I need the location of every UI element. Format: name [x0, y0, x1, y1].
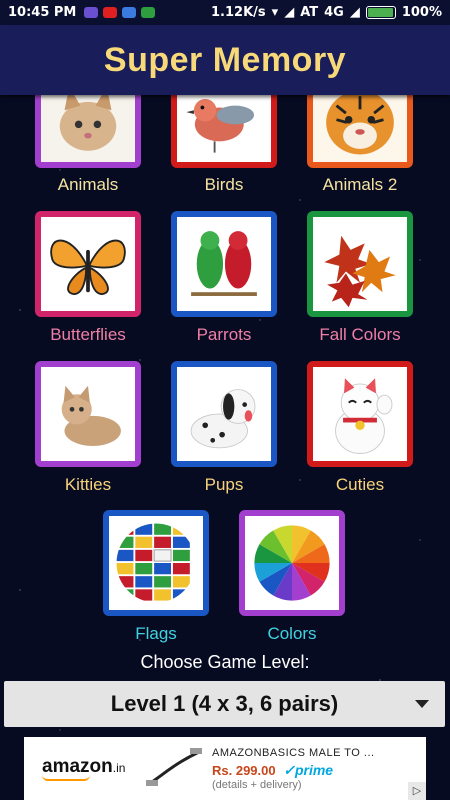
whatsapp-icon [141, 7, 156, 18]
amazon-domain: .in [112, 761, 126, 775]
category-tile-butterflies[interactable] [35, 211, 141, 317]
battery-percent: 100% [401, 5, 442, 20]
category-tile-flags[interactable] [103, 510, 209, 616]
autumn-leaves-image [313, 217, 407, 311]
lucky-cat-image [313, 367, 407, 461]
status-time: 10:45 PM [8, 5, 77, 20]
category-label-cuties: Cuties [335, 475, 385, 494]
level-dropdown[interactable]: Level 1 (4 x 3, 6 pairs) [4, 681, 445, 727]
status-bar: 10:45 PM 1.12K/s ▾ ◢ AT 4G ◢ 100% [0, 0, 450, 25]
category-label-animals-2: Animals 2 [322, 175, 398, 194]
level-selected-value: Level 1 (4 x 3, 6 pairs) [110, 691, 339, 716]
category-label-pups: Pups [204, 475, 244, 494]
color-wheel-image [245, 516, 339, 610]
app-header: Super Memory [0, 25, 450, 95]
app-icon [122, 7, 137, 18]
network-speed: 1.12K/s [211, 5, 266, 20]
category-label-colors: Colors [267, 624, 317, 643]
app-title: Super Memory [103, 40, 347, 79]
ad-price: Rs. 299.00 [212, 762, 276, 778]
category-label-butterflies: Butterflies [50, 325, 126, 344]
ad-choices-icon[interactable]: ▷ [408, 782, 426, 800]
category-label-parrots: Parrots [196, 325, 252, 344]
choose-level-prompt: Choose Game Level: [140, 652, 310, 672]
category-label-kitties: Kitties [64, 475, 112, 494]
category-tile-colors[interactable] [239, 510, 345, 616]
notification-icon [84, 7, 99, 18]
battery-icon [365, 6, 396, 19]
carrier-label: AT [300, 5, 319, 20]
ad-product-title: AMAZONBASICS MALE TO ... [212, 746, 375, 759]
category-label-birds: Birds [204, 175, 244, 194]
amazon-brand: amazon [42, 756, 113, 777]
category-tile-cuties[interactable] [307, 361, 413, 467]
category-tile-kitties[interactable] [35, 361, 141, 467]
category-tile-fall-colors[interactable] [307, 211, 413, 317]
category-tile-parrots[interactable] [171, 211, 277, 317]
wifi-icon: ▾ [271, 5, 279, 20]
youtube-icon [103, 7, 118, 18]
category-label-fall-colors: Fall Colors [319, 325, 401, 344]
puppy-image [177, 367, 271, 461]
ad-details: (details + delivery) [212, 778, 302, 791]
audio-cable-image [146, 747, 202, 786]
dropdown-arrow-icon [415, 700, 429, 708]
prime-badge: ✓prime [283, 761, 334, 778]
butterfly-image [41, 217, 135, 311]
category-label-animals: Animals [57, 175, 119, 194]
parrots-image [177, 217, 271, 311]
signal-icon-2: ◢ [349, 5, 360, 20]
category-label-flags: Flags [135, 624, 177, 643]
flags-globe-image [109, 516, 203, 610]
amazon-logo: amazon.in [24, 756, 144, 781]
category-tile-pups[interactable] [171, 361, 277, 467]
network-type: 4G [324, 5, 344, 20]
ad-banner[interactable]: amazon.in AMAZONBASICS MALE TO ... Rs. 2… [24, 737, 426, 800]
kitty-image [41, 367, 135, 461]
signal-icon: ◢ [284, 5, 295, 20]
